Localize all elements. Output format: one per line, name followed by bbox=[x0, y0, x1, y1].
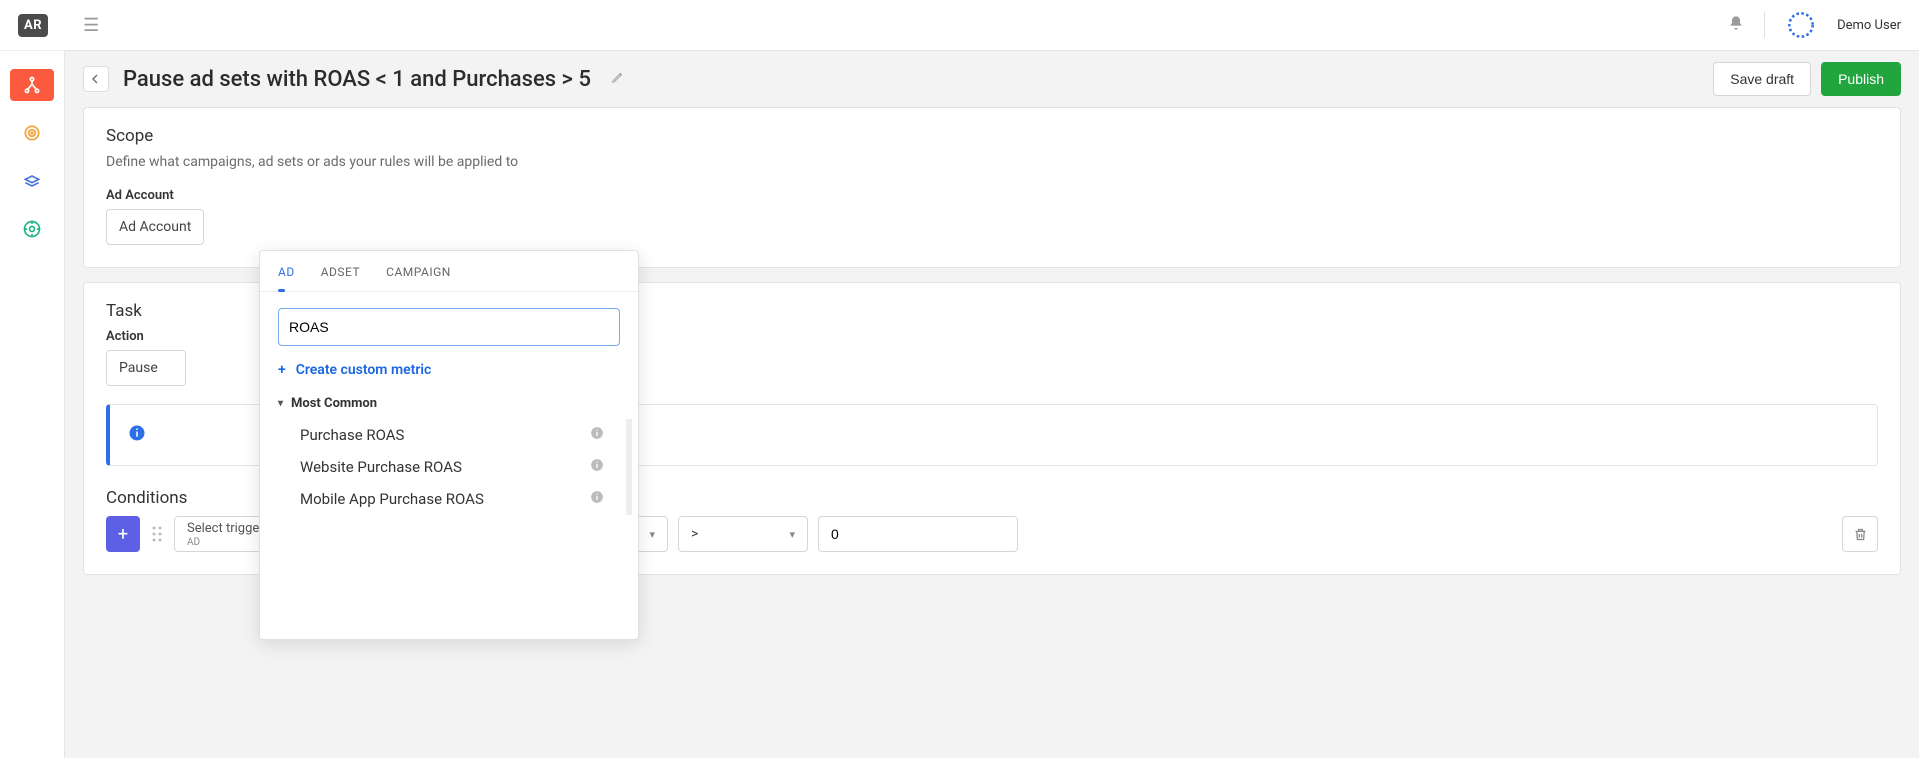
add-condition-button[interactable]: + bbox=[106, 516, 140, 552]
chevron-down-icon: ▾ bbox=[789, 528, 795, 541]
back-button[interactable] bbox=[83, 66, 109, 92]
tab-adset[interactable]: ADSET bbox=[321, 265, 360, 291]
scope-title: Scope bbox=[106, 126, 1878, 146]
operator-value: > bbox=[691, 526, 698, 542]
nav-target-icon[interactable] bbox=[10, 117, 54, 149]
create-custom-metric-label: Create custom metric bbox=[296, 362, 432, 378]
metric-label: Purchase ROAS bbox=[300, 426, 404, 444]
tab-ad[interactable]: AD bbox=[278, 265, 295, 291]
metric-option[interactable]: Website Purchase ROAS bbox=[278, 451, 608, 483]
metric-option[interactable]: Purchase ROAS bbox=[278, 419, 608, 451]
user-name: Demo User bbox=[1837, 18, 1901, 33]
info-icon[interactable] bbox=[590, 490, 604, 508]
nav-blocks-icon[interactable] bbox=[10, 165, 54, 197]
action-select[interactable]: Pause bbox=[106, 350, 186, 386]
info-icon[interactable] bbox=[590, 426, 604, 444]
menu-toggle-icon[interactable]: ☰ bbox=[83, 15, 99, 36]
content: Scope Define what campaigns, ad sets or … bbox=[65, 107, 1919, 593]
metric-popover: AD ADSET CAMPAIGN + Create custom metric… bbox=[259, 250, 639, 640]
header-divider bbox=[1764, 12, 1765, 38]
title-bar: Pause ad sets with ROAS < 1 and Purchase… bbox=[65, 51, 1919, 107]
scope-card: Scope Define what campaigns, ad sets or … bbox=[83, 107, 1901, 268]
operator-select[interactable]: > ▾ bbox=[678, 516, 808, 552]
left-nav-rail bbox=[0, 50, 64, 758]
chevron-down-icon: ▾ bbox=[278, 398, 283, 409]
publish-button[interactable]: Publish bbox=[1821, 62, 1901, 96]
delete-condition-button[interactable] bbox=[1842, 516, 1878, 552]
bell-icon[interactable] bbox=[1728, 15, 1744, 35]
nav-rules-icon[interactable] bbox=[10, 69, 54, 101]
app-logo: AR bbox=[18, 14, 48, 37]
ad-account-select[interactable]: Ad Account bbox=[106, 209, 204, 245]
metric-option[interactable]: Mobile App Purchase ROAS bbox=[278, 483, 608, 515]
create-custom-metric[interactable]: + Create custom metric bbox=[260, 358, 638, 392]
metric-label: Website Purchase ROAS bbox=[300, 458, 462, 476]
top-header: AR ☰ Demo User bbox=[0, 0, 1919, 50]
popover-tabs: AD ADSET CAMPAIGN bbox=[260, 251, 638, 292]
metric-label: Mobile App Purchase ROAS bbox=[300, 490, 484, 508]
chevron-down-icon: ▾ bbox=[649, 528, 655, 541]
tab-campaign[interactable]: CAMPAIGN bbox=[386, 265, 451, 291]
condition-value-input[interactable] bbox=[818, 516, 1018, 552]
metric-search-input[interactable] bbox=[278, 308, 620, 346]
metric-group-header[interactable]: ▾ Most Common bbox=[260, 392, 638, 419]
info-icon bbox=[128, 424, 146, 447]
avatar[interactable] bbox=[1785, 9, 1817, 41]
drag-handle-icon[interactable] bbox=[150, 516, 164, 552]
nav-help-icon[interactable] bbox=[10, 213, 54, 245]
plus-icon: + bbox=[278, 362, 286, 378]
metric-list: Purchase ROAS Website Purchase ROAS Mobi… bbox=[260, 419, 632, 515]
ad-account-label: Ad Account bbox=[106, 188, 1878, 203]
info-icon[interactable] bbox=[590, 458, 604, 476]
main-area: Pause ad sets with ROAS < 1 and Purchase… bbox=[64, 50, 1919, 758]
metric-group-label: Most Common bbox=[291, 396, 377, 411]
save-draft-button[interactable]: Save draft bbox=[1713, 62, 1811, 96]
edit-title-icon[interactable] bbox=[611, 70, 625, 88]
scope-desc: Define what campaigns, ad sets or ads yo… bbox=[106, 154, 1878, 170]
page-title: Pause ad sets with ROAS < 1 and Purchase… bbox=[123, 67, 591, 92]
